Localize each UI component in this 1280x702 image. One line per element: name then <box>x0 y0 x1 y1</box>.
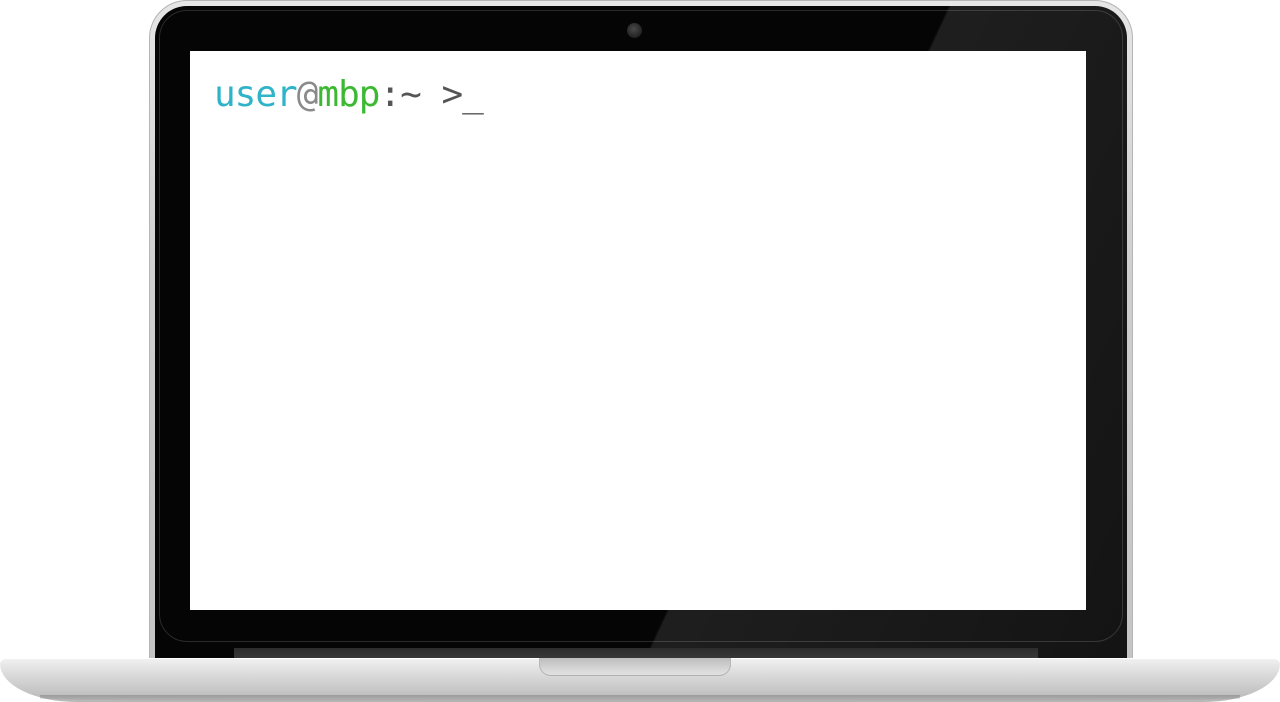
terminal-screen[interactable]: user@mbp:~ >_ <box>190 51 1086 610</box>
opening-notch <box>539 658 731 676</box>
prompt-user: user <box>214 74 298 115</box>
prompt-host: mbp <box>317 74 380 115</box>
laptop-mockup: user@mbp:~ >_ <box>0 0 1280 702</box>
prompt-cursor: >_ <box>420 74 483 115</box>
prompt-path: :~ <box>379 74 421 115</box>
base-shadow <box>40 695 1240 702</box>
camera-icon <box>627 23 642 38</box>
terminal-prompt[interactable]: user@mbp:~ >_ <box>214 74 484 115</box>
prompt-at: @ <box>296 74 319 115</box>
